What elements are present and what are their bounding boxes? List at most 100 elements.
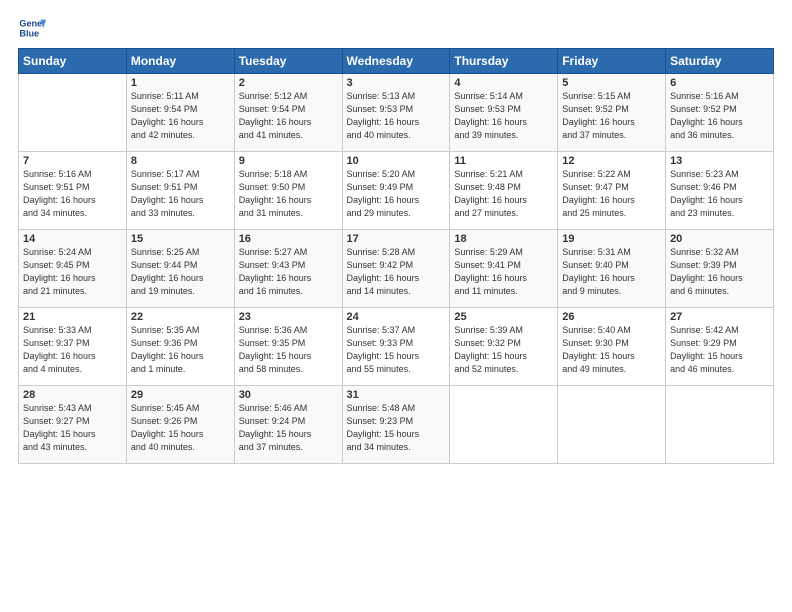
day-number: 22 <box>131 311 230 323</box>
logo: General Blue <box>18 14 46 42</box>
day-info: Sunrise: 5:33 AM Sunset: 9:37 PM Dayligh… <box>23 324 122 376</box>
day-cell: 22Sunrise: 5:35 AM Sunset: 9:36 PM Dayli… <box>126 308 234 386</box>
day-number: 13 <box>670 155 769 167</box>
day-cell: 5Sunrise: 5:15 AM Sunset: 9:52 PM Daylig… <box>558 74 666 152</box>
day-info: Sunrise: 5:24 AM Sunset: 9:45 PM Dayligh… <box>23 246 122 298</box>
day-number: 11 <box>454 155 553 167</box>
day-info: Sunrise: 5:12 AM Sunset: 9:54 PM Dayligh… <box>239 90 338 142</box>
day-cell: 11Sunrise: 5:21 AM Sunset: 9:48 PM Dayli… <box>450 152 558 230</box>
day-cell: 2Sunrise: 5:12 AM Sunset: 9:54 PM Daylig… <box>234 74 342 152</box>
day-number: 26 <box>562 311 661 323</box>
header-cell-wednesday: Wednesday <box>342 49 450 74</box>
day-info: Sunrise: 5:29 AM Sunset: 9:41 PM Dayligh… <box>454 246 553 298</box>
day-number: 16 <box>239 233 338 245</box>
day-info: Sunrise: 5:13 AM Sunset: 9:53 PM Dayligh… <box>347 90 446 142</box>
day-number: 8 <box>131 155 230 167</box>
day-info: Sunrise: 5:48 AM Sunset: 9:23 PM Dayligh… <box>347 402 446 454</box>
day-cell: 8Sunrise: 5:17 AM Sunset: 9:51 PM Daylig… <box>126 152 234 230</box>
day-cell: 29Sunrise: 5:45 AM Sunset: 9:26 PM Dayli… <box>126 386 234 464</box>
day-cell: 21Sunrise: 5:33 AM Sunset: 9:37 PM Dayli… <box>19 308 127 386</box>
day-cell: 24Sunrise: 5:37 AM Sunset: 9:33 PM Dayli… <box>342 308 450 386</box>
day-info: Sunrise: 5:27 AM Sunset: 9:43 PM Dayligh… <box>239 246 338 298</box>
day-cell <box>450 386 558 464</box>
week-row-5: 28Sunrise: 5:43 AM Sunset: 9:27 PM Dayli… <box>19 386 774 464</box>
day-cell: 19Sunrise: 5:31 AM Sunset: 9:40 PM Dayli… <box>558 230 666 308</box>
day-info: Sunrise: 5:17 AM Sunset: 9:51 PM Dayligh… <box>131 168 230 220</box>
day-cell: 10Sunrise: 5:20 AM Sunset: 9:49 PM Dayli… <box>342 152 450 230</box>
day-info: Sunrise: 5:28 AM Sunset: 9:42 PM Dayligh… <box>347 246 446 298</box>
day-number: 1 <box>131 77 230 89</box>
day-number: 17 <box>347 233 446 245</box>
day-number: 12 <box>562 155 661 167</box>
day-number: 21 <box>23 311 122 323</box>
day-info: Sunrise: 5:15 AM Sunset: 9:52 PM Dayligh… <box>562 90 661 142</box>
day-cell: 27Sunrise: 5:42 AM Sunset: 9:29 PM Dayli… <box>666 308 774 386</box>
header-cell-monday: Monday <box>126 49 234 74</box>
day-cell: 3Sunrise: 5:13 AM Sunset: 9:53 PM Daylig… <box>342 74 450 152</box>
day-number: 3 <box>347 77 446 89</box>
day-cell: 1Sunrise: 5:11 AM Sunset: 9:54 PM Daylig… <box>126 74 234 152</box>
day-info: Sunrise: 5:16 AM Sunset: 9:52 PM Dayligh… <box>670 90 769 142</box>
header-cell-thursday: Thursday <box>450 49 558 74</box>
day-number: 5 <box>562 77 661 89</box>
day-number: 18 <box>454 233 553 245</box>
week-row-3: 14Sunrise: 5:24 AM Sunset: 9:45 PM Dayli… <box>19 230 774 308</box>
day-cell: 31Sunrise: 5:48 AM Sunset: 9:23 PM Dayli… <box>342 386 450 464</box>
day-cell: 20Sunrise: 5:32 AM Sunset: 9:39 PM Dayli… <box>666 230 774 308</box>
day-info: Sunrise: 5:22 AM Sunset: 9:47 PM Dayligh… <box>562 168 661 220</box>
day-cell: 14Sunrise: 5:24 AM Sunset: 9:45 PM Dayli… <box>19 230 127 308</box>
day-number: 24 <box>347 311 446 323</box>
day-number: 9 <box>239 155 338 167</box>
day-cell: 28Sunrise: 5:43 AM Sunset: 9:27 PM Dayli… <box>19 386 127 464</box>
day-number: 20 <box>670 233 769 245</box>
day-info: Sunrise: 5:37 AM Sunset: 9:33 PM Dayligh… <box>347 324 446 376</box>
day-info: Sunrise: 5:45 AM Sunset: 9:26 PM Dayligh… <box>131 402 230 454</box>
day-number: 4 <box>454 77 553 89</box>
day-info: Sunrise: 5:32 AM Sunset: 9:39 PM Dayligh… <box>670 246 769 298</box>
day-number: 7 <box>23 155 122 167</box>
day-info: Sunrise: 5:11 AM Sunset: 9:54 PM Dayligh… <box>131 90 230 142</box>
logo-icon: General Blue <box>18 14 46 42</box>
day-number: 27 <box>670 311 769 323</box>
day-number: 30 <box>239 389 338 401</box>
day-cell: 4Sunrise: 5:14 AM Sunset: 9:53 PM Daylig… <box>450 74 558 152</box>
day-cell: 12Sunrise: 5:22 AM Sunset: 9:47 PM Dayli… <box>558 152 666 230</box>
header-cell-friday: Friday <box>558 49 666 74</box>
day-info: Sunrise: 5:36 AM Sunset: 9:35 PM Dayligh… <box>239 324 338 376</box>
day-info: Sunrise: 5:42 AM Sunset: 9:29 PM Dayligh… <box>670 324 769 376</box>
day-number: 10 <box>347 155 446 167</box>
day-info: Sunrise: 5:43 AM Sunset: 9:27 PM Dayligh… <box>23 402 122 454</box>
day-cell: 6Sunrise: 5:16 AM Sunset: 9:52 PM Daylig… <box>666 74 774 152</box>
header-cell-saturday: Saturday <box>666 49 774 74</box>
day-number: 15 <box>131 233 230 245</box>
day-info: Sunrise: 5:39 AM Sunset: 9:32 PM Dayligh… <box>454 324 553 376</box>
day-cell <box>558 386 666 464</box>
day-cell: 15Sunrise: 5:25 AM Sunset: 9:44 PM Dayli… <box>126 230 234 308</box>
day-info: Sunrise: 5:16 AM Sunset: 9:51 PM Dayligh… <box>23 168 122 220</box>
day-number: 28 <box>23 389 122 401</box>
day-number: 29 <box>131 389 230 401</box>
calendar-table: SundayMondayTuesdayWednesdayThursdayFrid… <box>18 48 774 464</box>
day-number: 2 <box>239 77 338 89</box>
day-number: 25 <box>454 311 553 323</box>
day-cell: 16Sunrise: 5:27 AM Sunset: 9:43 PM Dayli… <box>234 230 342 308</box>
day-info: Sunrise: 5:21 AM Sunset: 9:48 PM Dayligh… <box>454 168 553 220</box>
day-cell: 23Sunrise: 5:36 AM Sunset: 9:35 PM Dayli… <box>234 308 342 386</box>
page: General Blue SundayMondayTuesdayWednesda… <box>0 0 792 612</box>
day-number: 6 <box>670 77 769 89</box>
day-cell: 13Sunrise: 5:23 AM Sunset: 9:46 PM Dayli… <box>666 152 774 230</box>
day-number: 19 <box>562 233 661 245</box>
header-cell-tuesday: Tuesday <box>234 49 342 74</box>
header-cell-sunday: Sunday <box>19 49 127 74</box>
day-cell: 26Sunrise: 5:40 AM Sunset: 9:30 PM Dayli… <box>558 308 666 386</box>
day-cell: 25Sunrise: 5:39 AM Sunset: 9:32 PM Dayli… <box>450 308 558 386</box>
day-info: Sunrise: 5:31 AM Sunset: 9:40 PM Dayligh… <box>562 246 661 298</box>
day-cell <box>19 74 127 152</box>
day-number: 14 <box>23 233 122 245</box>
day-cell: 9Sunrise: 5:18 AM Sunset: 9:50 PM Daylig… <box>234 152 342 230</box>
day-info: Sunrise: 5:18 AM Sunset: 9:50 PM Dayligh… <box>239 168 338 220</box>
day-cell: 17Sunrise: 5:28 AM Sunset: 9:42 PM Dayli… <box>342 230 450 308</box>
day-info: Sunrise: 5:40 AM Sunset: 9:30 PM Dayligh… <box>562 324 661 376</box>
day-number: 31 <box>347 389 446 401</box>
week-row-2: 7Sunrise: 5:16 AM Sunset: 9:51 PM Daylig… <box>19 152 774 230</box>
